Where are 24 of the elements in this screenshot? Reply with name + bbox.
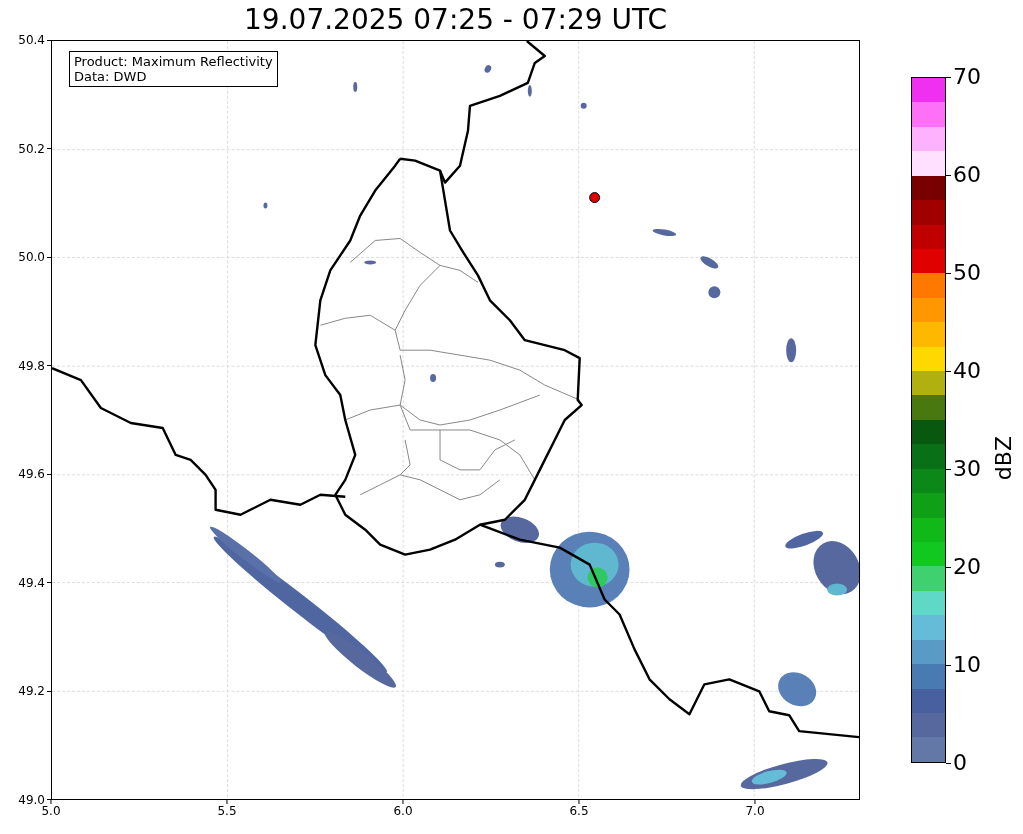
axis-tick-label: 50.2 bbox=[18, 141, 45, 156]
axis-tick-label: 49.0 bbox=[18, 792, 45, 807]
chart-title: 19.07.2025 07:25 - 07:29 UTC bbox=[244, 4, 667, 36]
axis-tick-label: 6.0 bbox=[393, 804, 413, 818]
axis-tick-label: 7.0 bbox=[745, 804, 765, 818]
scale-unit-label: dBZ bbox=[991, 436, 1017, 481]
axis-tick-label: 49.4 bbox=[18, 575, 45, 590]
axis-tick-label: 49.6 bbox=[18, 467, 45, 482]
scale-tick-label: 10 bbox=[953, 652, 981, 678]
scale-tick-label: 20 bbox=[953, 554, 981, 580]
axis-tick-label: 50.4 bbox=[18, 33, 45, 47]
axis-tick-label: 5.0 bbox=[41, 804, 61, 818]
scale-tick-label: 70 bbox=[953, 64, 981, 90]
scale-tick-label: 40 bbox=[953, 358, 981, 384]
map-legend: Product: Maximum Reflectivity Data: DWD bbox=[69, 51, 278, 87]
axis-tick-label: 49.2 bbox=[18, 684, 45, 699]
axis-tick-label: 6.5 bbox=[569, 804, 589, 818]
scale-tick-label: 50 bbox=[953, 260, 981, 286]
axis-tick-label: 5.5 bbox=[217, 804, 237, 818]
axis-tick-label: 49.8 bbox=[18, 358, 45, 373]
axis-tick-label: 50.0 bbox=[18, 250, 45, 265]
scale-tick-label: 30 bbox=[953, 456, 981, 482]
scale-tick-label: 60 bbox=[953, 162, 981, 188]
scale-tick-label: 0 bbox=[953, 750, 967, 776]
